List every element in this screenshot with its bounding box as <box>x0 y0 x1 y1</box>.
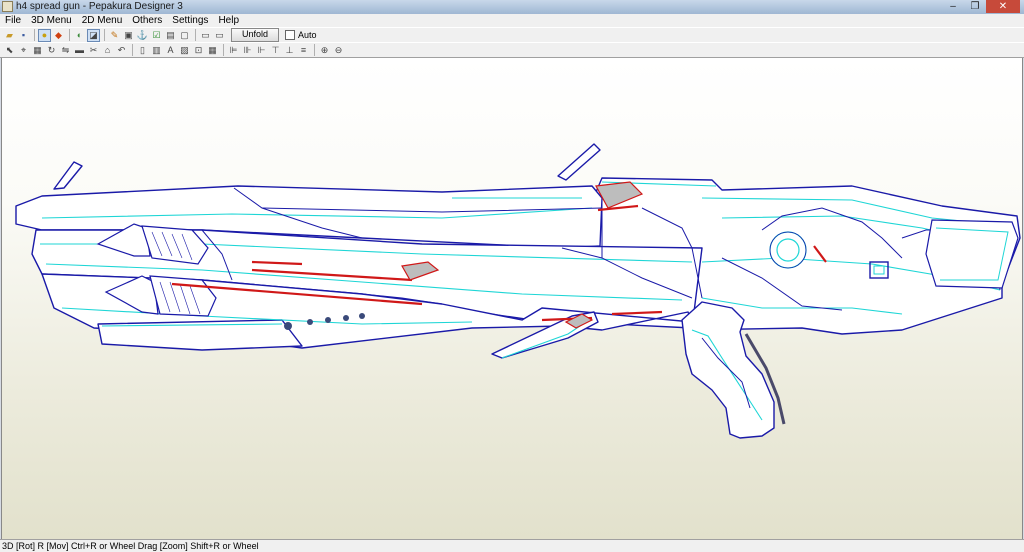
status-bar: 3D [Rot] R [Mov] Ctrl+R or Wheel Drag [Z… <box>0 539 1024 552</box>
zoom-in-icon[interactable]: ⊕ <box>318 44 331 57</box>
align-center-icon[interactable]: ⊪ <box>241 44 254 57</box>
check-face-icon[interactable]: ☑ <box>150 29 163 42</box>
node-icon[interactable]: ⌖ <box>17 44 30 57</box>
app-icon <box>2 1 13 12</box>
menu-file[interactable]: File <box>0 14 26 27</box>
menu-bar: File 3D Menu 2D Menu Others Settings Hel… <box>0 14 1024 27</box>
rotate-icon[interactable]: ↻ <box>45 44 58 57</box>
zoom-out-icon[interactable]: ⊖ <box>332 44 345 57</box>
toolbar-divider <box>195 29 196 41</box>
pencil-icon[interactable]: ✎ <box>108 29 121 42</box>
undo-icon[interactable]: ↶ <box>115 44 128 57</box>
bulb-icon[interactable]: ● <box>38 28 51 42</box>
toolbar-divider <box>34 29 35 41</box>
3d-viewport[interactable] <box>1 58 1023 539</box>
unfold-button[interactable]: Unfold <box>231 28 279 42</box>
minimize-button[interactable]: – <box>942 0 964 13</box>
edge-icon[interactable]: ◪ <box>87 28 100 42</box>
auto-checkbox[interactable]: Auto <box>285 30 317 40</box>
select-icon[interactable]: ⬉ <box>3 44 16 57</box>
distribute-icon[interactable]: ≡ <box>297 44 310 57</box>
toolbar-divider <box>314 44 315 56</box>
window-title: h4 spread gun - Pepakura Designer 3 <box>16 1 183 12</box>
pages-icon[interactable]: ▥ <box>150 44 163 57</box>
view-alt-icon[interactable]: ▢ <box>178 29 191 42</box>
rear-ring-inner <box>776 238 800 262</box>
open-icon[interactable]: ▰ <box>3 29 16 42</box>
layout-alt-icon[interactable]: ▭ <box>213 29 226 42</box>
page-icon[interactable]: ▯ <box>136 44 149 57</box>
layout-icon[interactable]: ▭ <box>199 29 212 42</box>
menu-others[interactable]: Others <box>127 14 167 27</box>
image-icon[interactable]: ▨ <box>178 44 191 57</box>
title-bar[interactable]: h4 spread gun - Pepakura Designer 3 – ❐ … <box>0 0 1024 14</box>
main-toolbar: ▰ ▪ ● ◆ ◐ ◪ ✎ ▣ ⚓ ☑ ▤ ▢ ▭ ▭ Unfold Auto <box>0 27 1024 42</box>
close-button[interactable]: ✕ <box>986 0 1020 13</box>
toolbar-divider <box>69 29 70 41</box>
align-right-icon[interactable]: ⊩ <box>255 44 268 57</box>
auto-label: Auto <box>298 30 317 40</box>
paint-icon[interactable]: ◐ <box>73 29 86 42</box>
cube-icon[interactable]: ▣ <box>122 29 135 42</box>
maximize-button[interactable]: ❐ <box>964 0 986 13</box>
toolbar-divider <box>132 44 133 56</box>
align-left-icon[interactable]: ⊫ <box>227 44 240 57</box>
menu-settings[interactable]: Settings <box>167 14 213 27</box>
flap-icon[interactable]: ⌂ <box>101 44 114 57</box>
menu-3d[interactable]: 3D Menu <box>26 14 77 27</box>
mirror-icon[interactable]: ⇋ <box>59 44 72 57</box>
align-top-icon[interactable]: ⊤ <box>269 44 282 57</box>
text-icon[interactable]: A <box>164 44 177 57</box>
join-icon[interactable]: ▬ <box>73 44 86 57</box>
scale-icon[interactable]: ⊡ <box>192 44 205 57</box>
align-middle-icon[interactable]: ⊥ <box>283 44 296 57</box>
gun-model <box>15 143 1021 439</box>
edit-toolbar: ⬉ ⌖ ▦ ↻ ⇋ ▬ ✂ ⌂ ↶ ▯ ▥ A ▨ ⊡ ▦ ⊫ ⊪ ⊩ ⊤ ⊥ … <box>0 42 1024 58</box>
window-controls: – ❐ ✕ <box>942 0 1020 14</box>
top-fin-right <box>557 143 601 181</box>
save-icon[interactable]: ▪ <box>17 29 30 42</box>
anchor-icon[interactable]: ⚓ <box>136 29 149 42</box>
checkbox-icon[interactable] <box>285 30 295 40</box>
grid-icon[interactable]: ▦ <box>206 44 219 57</box>
menu-help[interactable]: Help <box>213 14 244 27</box>
move-icon[interactable]: ▦ <box>31 44 44 57</box>
menu-2d[interactable]: 2D Menu <box>77 14 128 27</box>
top-fin-left <box>53 161 83 190</box>
split-icon[interactable]: ✂ <box>87 44 100 57</box>
view-icon[interactable]: ▤ <box>164 29 177 42</box>
toolbar-divider <box>104 29 105 41</box>
texture-icon[interactable]: ◆ <box>52 29 65 42</box>
toolbar-divider <box>223 44 224 56</box>
